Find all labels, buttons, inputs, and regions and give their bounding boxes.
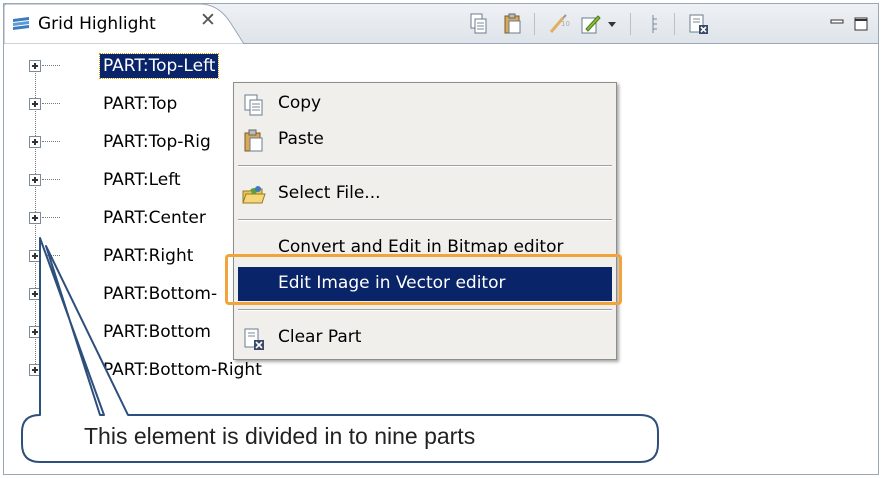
callout-shape [21, 237, 659, 463]
callout-text: This element is divided in to nine parts [84, 423, 476, 449]
